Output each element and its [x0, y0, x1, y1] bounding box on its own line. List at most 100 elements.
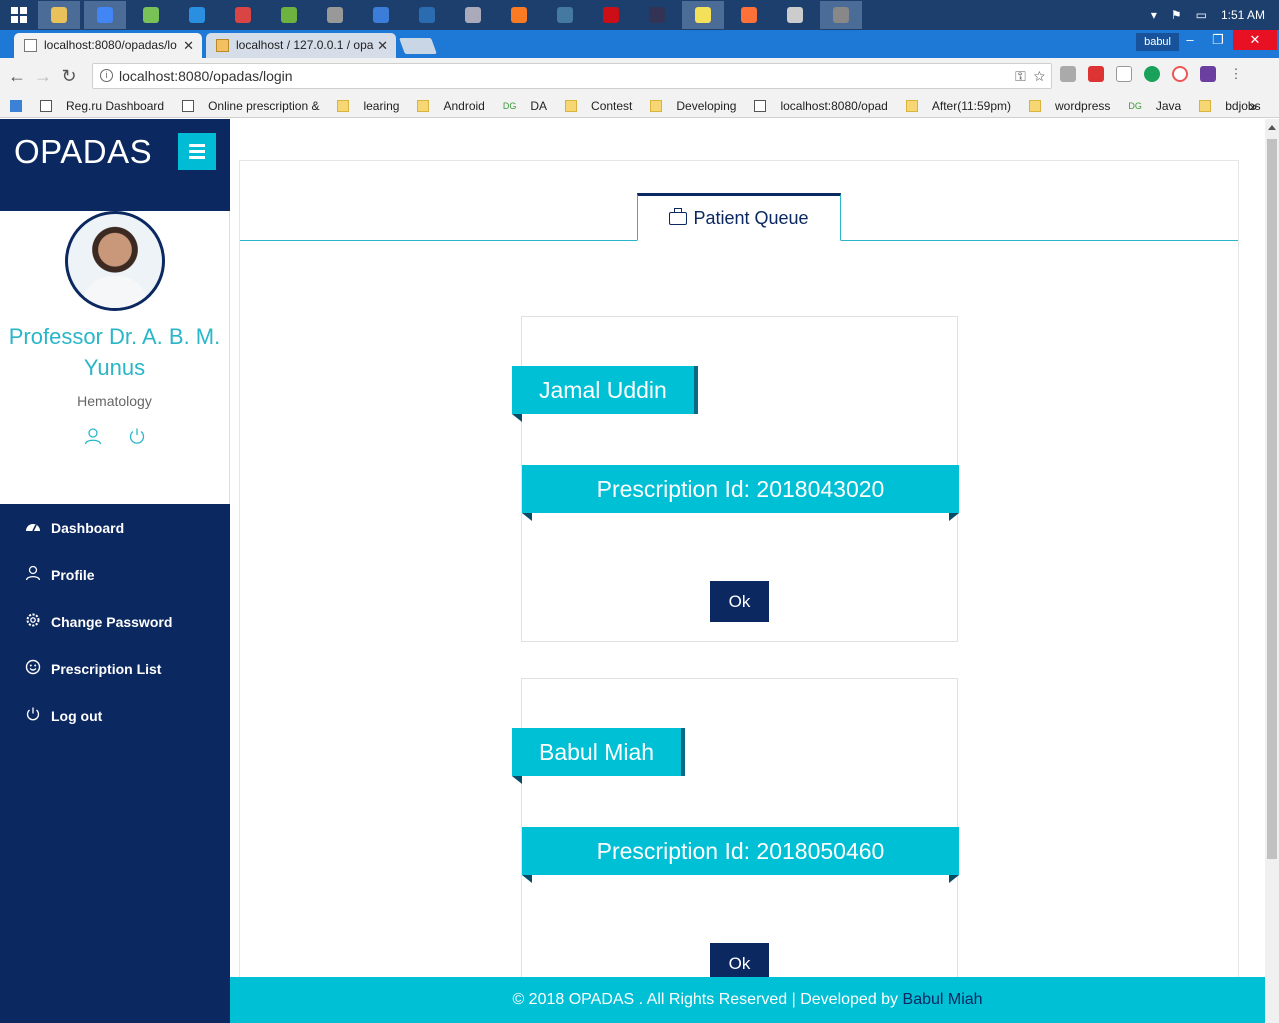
- sidebar-item-profile[interactable]: Profile: [0, 551, 230, 598]
- taskbar-app-xampp-icon[interactable]: [498, 1, 540, 29]
- extension-icon[interactable]: [1172, 66, 1188, 82]
- taskbar-app-android-studio-icon[interactable]: [130, 1, 172, 29]
- bookmark-apps[interactable]: [10, 99, 22, 112]
- page-favicon-icon: [24, 39, 37, 52]
- browser-tab-pma[interactable]: localhost / 127.0.0.1 / opa ✕: [206, 33, 396, 58]
- sidebar-nav: Dashboard Profile Change Password Prescript…: [0, 504, 230, 739]
- close-window-button[interactable]: ✕: [1233, 30, 1277, 50]
- prescription-id: Prescription Id: 2018043020: [522, 465, 959, 521]
- profile-card: Professor Dr. A. B. M. Yunus Hematology: [0, 211, 230, 504]
- taskbar-app-opera-icon[interactable]: [590, 1, 632, 29]
- taskbar-app-notepad-icon[interactable]: [682, 1, 724, 29]
- bookmark-item[interactable]: DG DA: [503, 99, 547, 113]
- taskbar-app-app-icon[interactable]: [360, 1, 402, 29]
- sidebar-item-dashboard[interactable]: Dashboard: [0, 504, 230, 551]
- bookmarks-overflow-icon[interactable]: »: [1249, 98, 1257, 114]
- user-icon[interactable]: [84, 427, 102, 450]
- bookmark-label: DA: [530, 98, 548, 113]
- close-tab-icon[interactable]: ✕: [183, 33, 194, 58]
- folder-icon: [417, 99, 430, 112]
- taskbar-app-settings-icon[interactable]: [820, 1, 862, 29]
- taskbar-app-app-icon[interactable]: [636, 1, 678, 29]
- database-icon: [327, 7, 343, 23]
- taskbar-app-app-icon[interactable]: [774, 1, 816, 29]
- taskbar-app-app-icon[interactable]: [406, 1, 448, 29]
- bookmark-label: Contest: [591, 98, 633, 113]
- chrome-menu-icon[interactable]: ⋮: [1228, 66, 1244, 82]
- extension-icon[interactable]: [1116, 66, 1132, 82]
- dg-icon: DG: [1128, 100, 1142, 111]
- minimize-button[interactable]: –: [1175, 30, 1205, 50]
- bookmark-item[interactable]: learing: [337, 99, 399, 113]
- brand-logo[interactable]: OPADAS: [14, 133, 152, 171]
- folder-icon: [650, 99, 663, 112]
- bookmark-item[interactable]: Android: [417, 99, 485, 113]
- bookmark-star-icon[interactable]: ☆: [1034, 68, 1045, 84]
- bookmark-item[interactable]: Reg.ru Dashboard: [40, 99, 164, 113]
- taskbar-app-database-icon[interactable]: [314, 1, 356, 29]
- taskbar-app-mysql-icon[interactable]: [544, 1, 586, 29]
- tray-chevron-icon[interactable]: ▾: [1151, 8, 1157, 22]
- taskbar-app-app-icon[interactable]: [452, 1, 494, 29]
- grammarly-icon[interactable]: [1144, 66, 1160, 82]
- profile-chip[interactable]: babul: [1136, 33, 1179, 51]
- page-scrollbar[interactable]: [1265, 119, 1279, 1023]
- sidebar-item-label: Profile: [51, 566, 95, 583]
- network-icon[interactable]: ▭: [1196, 8, 1207, 22]
- bookmark-item[interactable]: Online prescription &: [182, 99, 319, 113]
- address-bar[interactable]: i localhost:8080/opadas/login ⚿ ☆: [92, 63, 1052, 89]
- extension-icon[interactable]: [1060, 66, 1076, 82]
- taskbar-app-spring-icon[interactable]: [268, 1, 310, 29]
- bookmark-label: After(11:59pm): [931, 98, 1012, 113]
- notepad-icon: [695, 7, 711, 23]
- taskbar-app-chrome-icon[interactable]: [84, 1, 126, 29]
- taskbar-app-firefox-icon[interactable]: [728, 1, 770, 29]
- bookmark-item[interactable]: After(11:59pm): [905, 98, 1012, 113]
- flag-icon[interactable]: ⚑: [1171, 8, 1182, 22]
- bookmark-item[interactable]: Contest: [565, 99, 632, 113]
- bookmark-label: Online prescription &: [208, 98, 320, 113]
- opera-icon: [603, 7, 619, 23]
- tab-patient-queue[interactable]: Patient Queue: [637, 193, 841, 241]
- dashboard-icon: [24, 519, 42, 536]
- taskbar-app-app-icon[interactable]: [176, 1, 218, 29]
- back-icon[interactable]: ←: [4, 66, 30, 87]
- extension-icon[interactable]: [1088, 66, 1104, 82]
- browser-tab-active[interactable]: localhost:8080/opadas/lo ✕: [14, 33, 202, 58]
- tab-title: localhost:8080/opadas/lo: [44, 38, 177, 52]
- menu-toggle-button[interactable]: [178, 133, 216, 170]
- url-text: localhost:8080/opadas/login: [119, 68, 293, 84]
- bookmark-label: Developing: [676, 98, 737, 113]
- forward-icon[interactable]: →: [30, 66, 56, 87]
- bookmark-item[interactable]: wordpress: [1029, 99, 1110, 113]
- info-icon[interactable]: i: [100, 69, 113, 82]
- taskbar-app-app-icon[interactable]: [222, 1, 264, 29]
- bookmark-item[interactable]: Developing: [650, 99, 736, 113]
- bookmark-item[interactable]: DG Java: [1128, 99, 1181, 113]
- bootstrap-icon[interactable]: [1200, 66, 1216, 82]
- reload-icon[interactable]: ↻: [56, 66, 82, 87]
- start-button[interactable]: [0, 0, 38, 30]
- developer-link[interactable]: Babul Miah: [903, 991, 983, 1008]
- new-tab-button[interactable]: [399, 38, 437, 54]
- chrome-icon: [97, 7, 113, 23]
- ok-button[interactable]: Ok: [710, 581, 769, 622]
- sidebar-item-prescription-list[interactable]: Prescription List: [0, 645, 230, 692]
- xampp-icon: [511, 7, 527, 23]
- sidebar-item-change-password[interactable]: Change Password: [0, 598, 230, 645]
- key-icon[interactable]: ⚿: [1015, 68, 1026, 84]
- scroll-up-icon[interactable]: [1268, 125, 1276, 130]
- sidebar-item-log-out[interactable]: Log out: [0, 692, 230, 739]
- restore-button[interactable]: ❐: [1203, 30, 1233, 50]
- phpmyadmin-favicon-icon: [216, 39, 229, 52]
- power-icon[interactable]: [128, 427, 146, 450]
- clock[interactable]: 1:51 AM: [1221, 8, 1265, 22]
- close-tab-icon[interactable]: ✕: [377, 33, 388, 58]
- taskbar-app-file-explorer-icon[interactable]: [38, 1, 80, 29]
- folder-icon: [1029, 99, 1042, 112]
- extensions: ⋮: [1060, 66, 1244, 82]
- scroll-thumb[interactable]: [1267, 139, 1277, 859]
- bookmark-item[interactable]: localhost:8080/opad: [754, 98, 888, 113]
- folder-icon: [905, 99, 918, 112]
- bookmark-label: localhost:8080/opad: [780, 98, 888, 113]
